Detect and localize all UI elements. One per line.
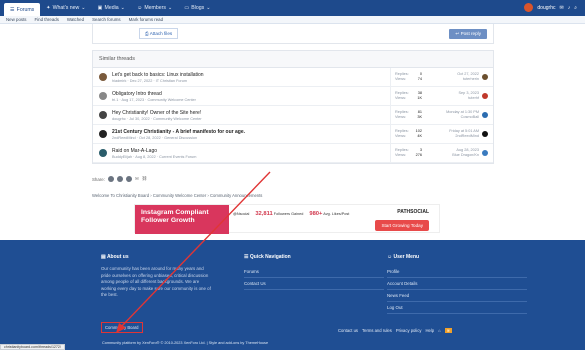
annotation-arrow	[116, 171, 271, 333]
status-bar: christianityboard.com/threads/1272/	[0, 344, 65, 350]
